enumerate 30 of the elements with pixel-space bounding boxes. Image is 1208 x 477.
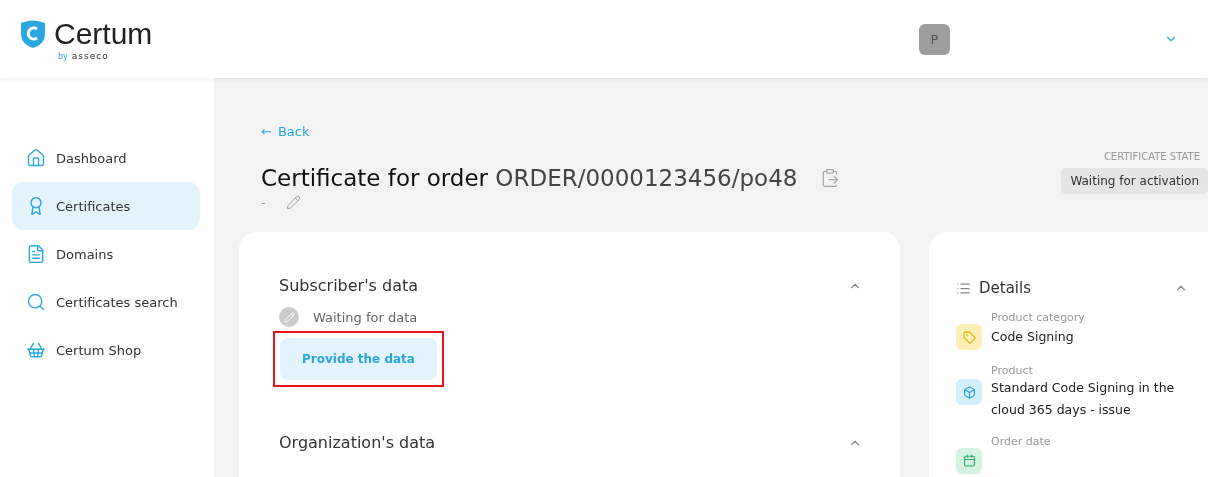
detail-label: Order date (991, 434, 1052, 448)
detail-label: Product category (991, 311, 1086, 324)
section-title: Details (979, 279, 1031, 297)
sidebar-item[interactable]: Certum Shop (12, 326, 200, 374)
basket-icon (26, 340, 46, 360)
shield-logo-icon (20, 19, 46, 49)
state-label: CERTIFICATE STATE (1103, 151, 1201, 162)
logo-name: Certum (54, 17, 153, 51)
pencil-circle-icon (279, 307, 299, 327)
page-title: Certificate for order ORDER/0000123456/po48 (261, 165, 798, 191)
section-title: Organization's data (279, 433, 436, 452)
logo-maker: asseco (71, 51, 109, 61)
detail-value: Standard Code Signing in the cloud 365 days - issue (991, 379, 1176, 419)
status-text: Waiting for data (313, 309, 418, 325)
document-icon (26, 244, 46, 264)
sidebar-item[interactable]: Certificates (12, 182, 200, 230)
state-badge: Waiting for activation (1061, 168, 1208, 194)
sidebar-item[interactable]: Certificates search (12, 278, 200, 326)
logo-by: by (58, 52, 68, 61)
list-icon (956, 280, 971, 296)
section-title: Subscriber's data (279, 276, 419, 295)
detail-label: Product (991, 364, 1034, 377)
detail-value: Code Signing (991, 328, 1075, 347)
pencil-icon[interactable] (285, 195, 301, 210)
subtitle-text: - (261, 195, 266, 210)
sidebar-item[interactable]: Domains (12, 230, 200, 278)
house-icon (26, 148, 46, 168)
clipboard-icon[interactable] (820, 168, 841, 188)
sidebar-item[interactable]: Dashboard (12, 134, 200, 182)
search-icon (26, 292, 46, 312)
